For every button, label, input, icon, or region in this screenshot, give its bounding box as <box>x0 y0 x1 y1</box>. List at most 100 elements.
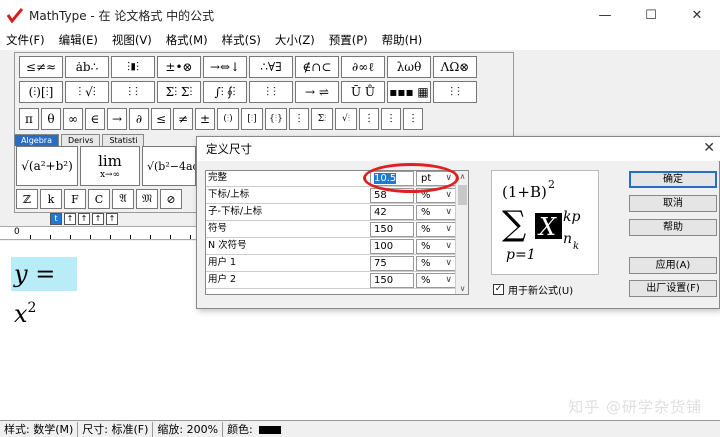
brackets-button[interactable]: [⫶] <box>241 108 263 130</box>
fractions-palette-button[interactable]: ⫶ √⫶ <box>65 81 109 103</box>
sqrt-sum-template-button[interactable]: √(a²+b²) <box>16 146 78 186</box>
scroll-thumb[interactable] <box>458 185 467 205</box>
factory-settings-button[interactable]: 出厂设置(F) <box>629 280 717 297</box>
fraktur-a-button[interactable]: 𝔄 <box>112 189 134 209</box>
integrals-palette-button[interactable]: ∫⫶ ∮⫶ <box>203 81 247 103</box>
fraktur-m-button[interactable]: 𝔐 <box>136 189 158 209</box>
limit-template-button[interactable]: lim x→∞ <box>80 146 140 186</box>
size-table-scrollbar[interactable]: ∧ ∨ <box>455 171 468 294</box>
k-symbol-button[interactable]: k <box>40 189 62 209</box>
menu-size[interactable]: 大小(Z) <box>275 32 315 48</box>
cancel-button[interactable]: 取消 <box>629 195 717 212</box>
labeled-arrows-palette-button[interactable]: → ⇌ <box>295 81 339 103</box>
checkbox-label: 用于新公式(U) <box>508 286 574 297</box>
status-color-label: 颜色: <box>227 422 253 436</box>
greek-lower-palette-button[interactable]: λωθ <box>387 56 431 78</box>
size-subsub-button[interactable]: ↑ <box>78 213 90 225</box>
size-value-input[interactable]: 42 <box>370 205 414 220</box>
size-preview: (1+B) 2 ∑ X kp n k p=1 <box>491 170 599 275</box>
menu-view[interactable]: 视图(V) <box>112 32 152 48</box>
size-row: N 次符号 100 % ∨ <box>206 239 456 255</box>
greek-upper-palette-button[interactable]: ΛΩ⊗ <box>433 56 477 78</box>
size-unit-select[interactable]: % ∨ <box>416 239 456 254</box>
complex-symbol-button[interactable]: C <box>88 189 110 209</box>
size-unit-select[interactable]: % ∨ <box>416 222 456 237</box>
menu-help[interactable]: 帮助(H) <box>382 32 423 48</box>
ok-button[interactable]: 确定 <box>629 171 717 188</box>
menu-preferences[interactable]: 预置(P) <box>329 32 368 48</box>
size-subsymbol-button[interactable]: ↑ <box>106 213 118 225</box>
size-row: 用户 1 75 % ∨ <box>206 256 456 272</box>
chevron-down-icon: ∨ <box>445 241 452 251</box>
maximize-button[interactable]: ☐ <box>628 0 674 30</box>
script-f-button[interactable]: F <box>64 189 86 209</box>
element-of-button[interactable]: ∈ <box>85 108 105 130</box>
size-value-input[interactable]: 150 <box>370 222 414 237</box>
infinity-button[interactable]: ∞ <box>63 108 83 130</box>
check-icon: ✓ <box>493 284 504 295</box>
tab-algebra[interactable]: Algebra <box>14 134 59 146</box>
scripts-palette-button[interactable]: ⫶ ⫶ <box>111 81 155 103</box>
right-arrow-button[interactable]: → <box>107 108 127 130</box>
mathtype-window: MathType - 在 论文格式 中的公式 — ☐ ✕ 文件(F) 编辑(E)… <box>0 0 720 437</box>
braces-button[interactable]: {⫶} <box>265 108 287 130</box>
plus-minus-button[interactable]: ± <box>195 108 215 130</box>
menu-style[interactable]: 样式(S) <box>222 32 261 48</box>
size-unit-select[interactable]: % ∨ <box>416 205 456 220</box>
root-button[interactable]: √⫶ <box>335 108 357 130</box>
minimize-button[interactable]: — <box>582 0 628 30</box>
size-row-label: 子-下标/上标 <box>208 206 263 217</box>
sums-palette-button[interactable]: Σ⫶ Σ⫶ <box>157 81 201 103</box>
use-for-new-equations-checkbox[interactable]: ✓ 用于新公式(U) <box>493 282 573 297</box>
tab-derivs[interactable]: Derivs <box>60 134 101 146</box>
size-full-button[interactable]: t <box>50 213 62 225</box>
arrows-palette-button[interactable]: →⇔↓ <box>203 56 247 78</box>
misc-palette-button[interactable]: ∂∞ℓ <box>341 56 385 78</box>
menu-format[interactable]: 格式(M) <box>166 32 208 48</box>
fences-palette-button[interactable]: (⫶)[⫶] <box>19 81 63 103</box>
matrices-palette-button[interactable]: ▪▪▪ ▦ <box>387 81 431 103</box>
logic-palette-button[interactable]: ∴∀∃ <box>249 56 293 78</box>
operators-palette-button[interactable]: ±•⊗ <box>157 56 201 78</box>
palette-row-1: ≤≠≈ ȧb∴ ⫶∎⫶ ±•⊗ →⇔↓ ∴∀∃ ∉∩⊂ ∂∞ℓ λωθ ΛΩ⊗ <box>19 56 479 80</box>
ruler-tick <box>130 235 131 239</box>
size-unit-select[interactable]: % ∨ <box>416 273 456 288</box>
menu-edit[interactable]: 编辑(E) <box>59 32 98 48</box>
subscript-button[interactable]: ⫶ <box>381 108 401 130</box>
relations-palette-button[interactable]: ≤≠≈ <box>19 56 63 78</box>
dialog-title: 定义尺寸 <box>206 142 252 156</box>
dialog-close-icon[interactable]: ✕ <box>703 140 715 156</box>
sets-palette-button[interactable]: ∉∩⊂ <box>295 56 339 78</box>
products-palette-button[interactable]: Ū Ů <box>341 81 385 103</box>
size-value-input[interactable]: 75 <box>370 256 414 271</box>
spaces-palette-button[interactable]: ȧb∴ <box>65 56 109 78</box>
sum-button[interactable]: Σ⫶ <box>311 108 333 130</box>
parens-button[interactable]: (⫶) <box>217 108 239 130</box>
tab-statistics[interactable]: Statisti <box>102 134 145 146</box>
circled-slash-button[interactable]: ⊘ <box>160 189 182 209</box>
discriminant-template-button[interactable]: √(b²−4ac) <box>142 146 196 186</box>
size-symbol-button[interactable]: ↑ <box>92 213 104 225</box>
neq-button[interactable]: ≠ <box>173 108 193 130</box>
leq-button[interactable]: ≤ <box>151 108 171 130</box>
scroll-down-icon[interactable]: ∨ <box>456 284 469 293</box>
fraction-button[interactable]: ⫶ <box>289 108 309 130</box>
size-sub-button[interactable]: ↑ <box>64 213 76 225</box>
selected-formula[interactable]: y = x2 <box>11 257 77 328</box>
pi-button[interactable]: π <box>19 108 39 130</box>
size-value-input[interactable]: 100 <box>370 239 414 254</box>
size-value-input[interactable]: 150 <box>370 273 414 288</box>
embellishments-palette-button[interactable]: ⫶∎⫶ <box>111 56 155 78</box>
bars-palette-button[interactable]: ⫶ ⫶ <box>249 81 293 103</box>
integers-symbol-button[interactable]: ℤ <box>16 189 38 209</box>
superscript-button[interactable]: ⫶ <box>359 108 379 130</box>
partial-button[interactable]: ∂ <box>129 108 149 130</box>
subsup-button[interactable]: ⫶ <box>403 108 423 130</box>
menu-file[interactable]: 文件(F) <box>6 32 45 48</box>
close-button[interactable]: ✕ <box>674 0 720 30</box>
size-unit-select[interactable]: % ∨ <box>416 256 456 271</box>
boxes-palette-button[interactable]: ⫶ ⫶ <box>433 81 477 103</box>
apply-button[interactable]: 应用(A) <box>629 257 717 274</box>
theta-button[interactable]: θ <box>41 108 61 130</box>
help-button[interactable]: 帮助 <box>629 219 717 236</box>
